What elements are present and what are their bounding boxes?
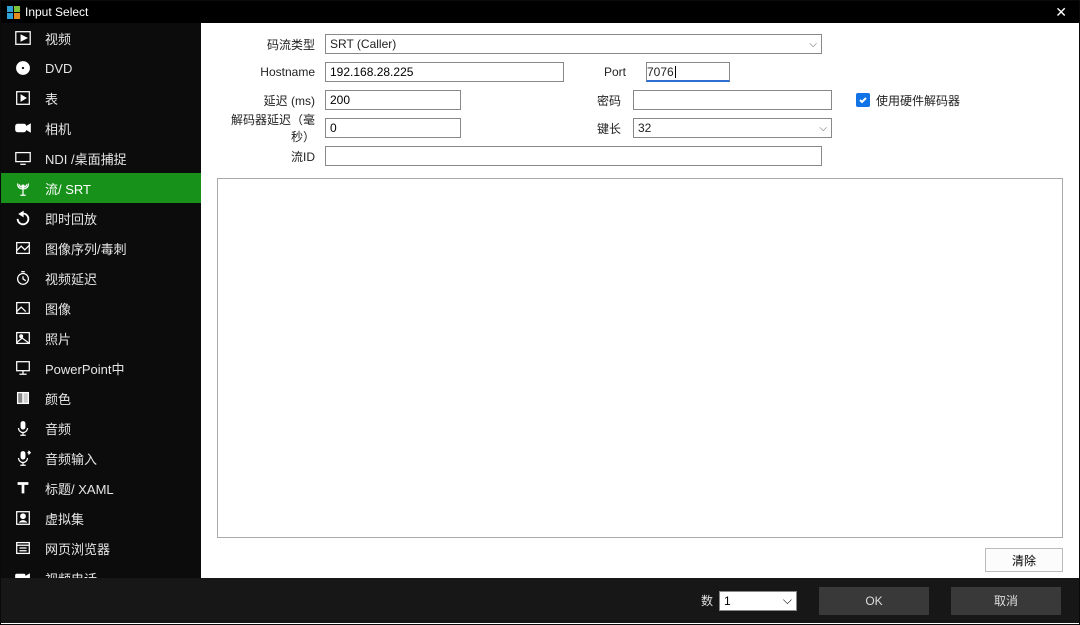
- sidebar-item-mic[interactable]: 音频: [1, 413, 201, 443]
- photo-icon: [13, 328, 33, 348]
- chevron-down-icon: ⌵: [819, 123, 827, 134]
- chevron-down-icon: ⌵: [809, 39, 817, 50]
- sidebar-item-camera[interactable]: 相机: [1, 113, 201, 143]
- sidebar-item-antenna[interactable]: 流/ SRT: [1, 173, 201, 203]
- virtual-icon: [13, 508, 33, 528]
- sidebar-item-browser[interactable]: 网页浏览器: [1, 533, 201, 563]
- cancel-button[interactable]: 取消: [951, 587, 1061, 615]
- password-label: 密码: [587, 92, 627, 109]
- sidebar-item-label: 流/ SRT: [45, 179, 91, 198]
- image-icon: [13, 298, 33, 318]
- sidebar-item-list[interactable]: 表: [1, 83, 201, 113]
- hw-decoder-checkbox[interactable]: 使用硬件解码器: [856, 92, 960, 109]
- sidebar-item-label: 虚拟集: [45, 509, 84, 528]
- sidebar-item-label: 颜色: [45, 389, 71, 408]
- port-label: Port: [604, 65, 640, 79]
- sidebar-item-label: 网页浏览器: [45, 539, 110, 558]
- sidebar-item-label: NDI /桌面捕捉: [45, 149, 127, 168]
- sidebar-item-videocall[interactable]: 视频电话: [1, 563, 201, 578]
- sidebar-item-monitor[interactable]: NDI /桌面捕捉: [1, 143, 201, 173]
- decoder-latency-label: 解码器延迟（毫秒）: [217, 111, 319, 145]
- latency-input[interactable]: [325, 90, 461, 110]
- sidebar-item-label: 视频: [45, 29, 71, 48]
- count-value: 1: [724, 594, 731, 608]
- stream-type-select[interactable]: SRT (Caller) ⌵: [325, 34, 822, 54]
- checkmark-icon: [856, 93, 870, 107]
- video-icon: [13, 28, 33, 48]
- keylen-label: 键长: [587, 120, 627, 137]
- sidebar-item-micin[interactable]: 音频输入: [1, 443, 201, 473]
- ok-button[interactable]: OK: [819, 587, 929, 615]
- close-button[interactable]: ✕: [1049, 4, 1073, 21]
- decoder-latency-input[interactable]: [325, 118, 461, 138]
- form-area: 码流类型 SRT (Caller) ⌵ Hostname Port 7076 延…: [201, 23, 1079, 177]
- dvd-icon: [13, 58, 33, 78]
- sidebar-item-delay[interactable]: 视频延迟: [1, 263, 201, 293]
- sidebar-item-photo[interactable]: 照片: [1, 323, 201, 353]
- sidebar-item-dvd[interactable]: DVD: [1, 53, 201, 83]
- antenna-icon: [13, 178, 33, 198]
- chevron-down-icon: ⌵: [783, 593, 792, 608]
- streamid-input[interactable]: [325, 146, 822, 166]
- bottom-bar: 数 1 ⌵ OK 取消: [1, 578, 1079, 623]
- hostname-input[interactable]: [325, 62, 564, 82]
- sidebar-item-label: 音频: [45, 419, 71, 438]
- keylen-select[interactable]: 32 ⌵: [633, 118, 832, 138]
- window-title: Input Select: [25, 5, 88, 19]
- app-icon: [7, 6, 20, 19]
- port-input[interactable]: 7076: [646, 62, 730, 82]
- imageseq-icon: [13, 238, 33, 258]
- titlebar: Input Select ✕: [1, 1, 1079, 23]
- count-label: 数: [701, 592, 713, 609]
- sidebar-item-label: 即时回放: [45, 209, 97, 228]
- keylen-value: 32: [638, 121, 651, 135]
- stream-type-label: 码流类型: [217, 36, 319, 53]
- hw-decoder-label: 使用硬件解码器: [876, 92, 960, 109]
- count-select[interactable]: 1 ⌵: [719, 591, 797, 611]
- ppt-icon: [13, 358, 33, 378]
- color-icon: [13, 388, 33, 408]
- latency-label: 延迟 (ms): [217, 92, 319, 109]
- sidebar-item-label: 视频电话: [45, 569, 97, 579]
- sidebar-item-image[interactable]: 图像: [1, 293, 201, 323]
- videocall-icon: [13, 568, 33, 578]
- sidebar-item-title[interactable]: 标题/ XAML: [1, 473, 201, 503]
- list-icon: [13, 88, 33, 108]
- sidebar-item-color[interactable]: 颜色: [1, 383, 201, 413]
- browser-icon: [13, 538, 33, 558]
- sidebar-item-label: PowerPoint中: [45, 359, 124, 378]
- sidebar-item-ppt[interactable]: PowerPoint中: [1, 353, 201, 383]
- sidebar-item-label: 图像: [45, 299, 71, 318]
- sidebar-item-replay[interactable]: 即时回放: [1, 203, 201, 233]
- replay-icon: [13, 208, 33, 228]
- sidebar-item-imageseq[interactable]: 图像序列/毒刺: [1, 233, 201, 263]
- sidebar-item-label: 表: [45, 89, 58, 108]
- mic-icon: [13, 418, 33, 438]
- sidebar-item-label: 图像序列/毒刺: [45, 239, 127, 258]
- log-area: [217, 178, 1063, 538]
- monitor-icon: [13, 148, 33, 168]
- micin-icon: [13, 448, 33, 468]
- main-panel: 码流类型 SRT (Caller) ⌵ Hostname Port 7076 延…: [201, 23, 1079, 578]
- streamid-label: 流ID: [217, 148, 319, 165]
- sidebar-item-label: 标题/ XAML: [45, 479, 114, 498]
- title-icon: [13, 478, 33, 498]
- sidebar-item-video[interactable]: 视频: [1, 23, 201, 53]
- sidebar-item-label: 视频延迟: [45, 269, 97, 288]
- clear-button[interactable]: 清除: [985, 548, 1063, 572]
- sidebar-item-virtual[interactable]: 虚拟集: [1, 503, 201, 533]
- stream-type-value: SRT (Caller): [330, 37, 396, 51]
- sidebar-item-label: 音频输入: [45, 449, 97, 468]
- sidebar-item-label: 相机: [45, 119, 71, 138]
- delay-icon: [13, 268, 33, 288]
- hostname-label: Hostname: [217, 65, 319, 79]
- camera-icon: [13, 118, 33, 138]
- sidebar: 视频 DVD 表相机 NDI /桌面捕捉流/ SRT 即时回放图像序列/毒刺视频延迟图像…: [1, 23, 201, 578]
- password-input[interactable]: [633, 90, 832, 110]
- sidebar-item-label: DVD: [45, 61, 72, 76]
- sidebar-item-label: 照片: [45, 329, 71, 348]
